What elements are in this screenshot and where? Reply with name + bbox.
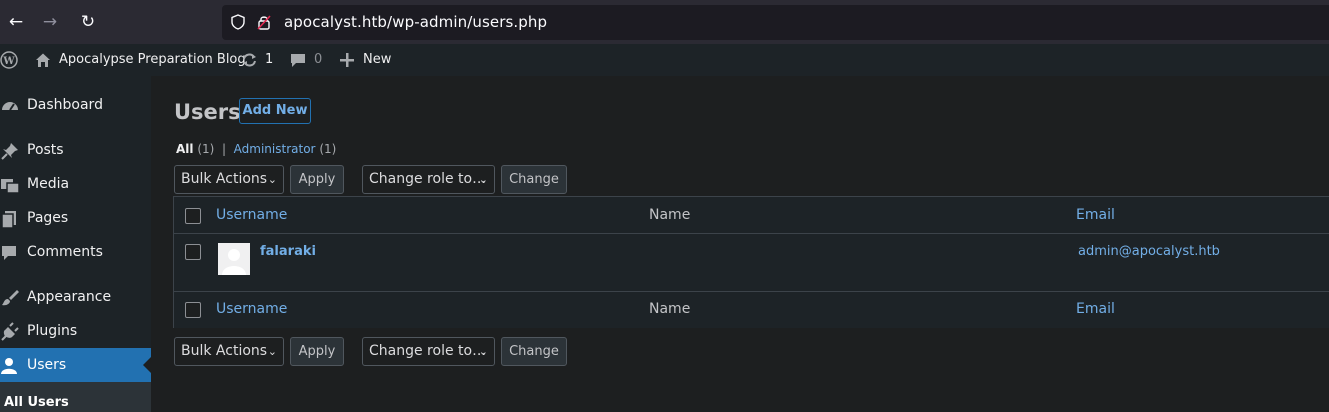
updates-icon[interactable] [241, 52, 258, 68]
plug-icon [1, 322, 19, 341]
change-role-value: Change role to… [369, 343, 487, 359]
bulk-actions-select-bottom[interactable]: Bulk Actions ⌄ [174, 337, 284, 366]
change-button-top[interactable]: Change [501, 165, 567, 194]
home-icon[interactable] [35, 52, 51, 68]
media-icon [1, 179, 20, 194]
sidebar-item-label: Posts [27, 142, 64, 158]
sidebar-item-appearance[interactable]: Appearance [0, 280, 151, 314]
filter-administrator-count: (1) [319, 142, 337, 156]
browser-toolbar: ← → ↻ apocalyst.htb/wp-admin/users.php [0, 0, 1329, 44]
page-title: Users [174, 100, 241, 124]
change-role-value: Change role to… [369, 171, 487, 187]
sidebar-item-users[interactable]: Users [0, 348, 151, 382]
shield-icon[interactable] [230, 14, 246, 30]
reload-icon[interactable]: ↻ [78, 12, 98, 32]
sidebar-item-pages[interactable]: Pages [0, 201, 151, 235]
username-link[interactable]: falaraki [260, 244, 316, 259]
admin-sidebar: Dashboard Posts Media Pages Comments App… [0, 76, 151, 412]
sidebar-item-label: Plugins [27, 323, 78, 339]
wordpress-logo-icon[interactable]: W [0, 51, 18, 69]
bulk-actions-value: Bulk Actions [181, 171, 268, 187]
main-content: Users Add New All (1) | Administrator (1… [151, 76, 1329, 403]
change-role-select-top[interactable]: Change role to… ⌄ [362, 165, 495, 194]
sidebar-item-label: Dashboard [27, 97, 103, 113]
filter-all-link[interactable]: All [176, 142, 194, 156]
email-link[interactable]: admin@apocalyst.htb [1078, 244, 1220, 259]
sidebar-item-label: Pages [27, 210, 69, 226]
chevron-down-icon: ⌄ [478, 345, 488, 358]
site-name-link[interactable]: Apocalypse Preparation Blog [59, 44, 246, 76]
change-button-bottom[interactable]: Change [501, 337, 567, 366]
sidebar-item-comments[interactable]: Comments [0, 235, 151, 269]
sidebar-item-posts[interactable]: Posts [0, 133, 151, 167]
users-submenu: All Users [0, 382, 151, 412]
users-table: Username Name Email falaraki admin@apoca… [173, 196, 1329, 328]
sidebar-item-dashboard[interactable]: Dashboard [0, 88, 151, 122]
sidebar-item-label: Users [27, 357, 67, 373]
chevron-down-icon: ⌄ [478, 173, 488, 186]
comments-count[interactable]: 0 [314, 44, 322, 76]
column-name: Name [649, 207, 691, 223]
sidebar-item-media[interactable]: Media [0, 167, 151, 201]
updates-count[interactable]: 1 [265, 44, 273, 76]
sidebar-item-label: Appearance [27, 289, 112, 305]
column-email-footer[interactable]: Email [1076, 301, 1115, 317]
apply-button-top[interactable]: Apply [290, 165, 344, 194]
filter-all-count: (1) [197, 142, 215, 156]
back-arrow-icon[interactable]: ← [6, 12, 26, 32]
role-filter-links: All (1) | Administrator (1) [176, 142, 336, 156]
filter-administrator-link[interactable]: Administrator [234, 142, 316, 156]
column-username-footer[interactable]: Username [216, 301, 287, 317]
address-bar[interactable]: apocalyst.htb/wp-admin/users.php [222, 5, 1329, 40]
table-header: Username Name Email [174, 197, 1329, 234]
table-row: falaraki admin@apocalyst.htb [174, 234, 1329, 291]
filter-separator: | [221, 142, 227, 156]
apply-button-bottom[interactable]: Apply [290, 337, 344, 366]
comments-icon[interactable] [290, 53, 306, 68]
sidebar-item-plugins[interactable]: Plugins [0, 314, 151, 348]
column-username[interactable]: Username [216, 207, 287, 223]
bulk-actions-select-top[interactable]: Bulk Actions ⌄ [174, 165, 284, 194]
dashboard-icon [2, 102, 18, 111]
wp-admin-bar: W Apocalypse Preparation Blog 1 0 New [0, 44, 1329, 76]
select-all-checkbox-footer[interactable] [185, 302, 201, 318]
avatar [218, 243, 250, 275]
pages-icon [1, 211, 16, 229]
chevron-down-icon: ⌄ [267, 345, 277, 358]
url-text: apocalyst.htb/wp-admin/users.php [284, 13, 548, 31]
user-icon [1, 358, 17, 374]
bulk-actions-value: Bulk Actions [181, 343, 268, 359]
plus-icon[interactable] [340, 53, 354, 67]
svg-text:W: W [2, 56, 15, 67]
table-footer: Username Name Email [174, 291, 1329, 328]
sidebar-item-label: Comments [27, 244, 103, 260]
sidebar-item-label: Media [27, 176, 70, 192]
change-role-select-bottom[interactable]: Change role to… ⌄ [362, 337, 495, 366]
brush-icon [2, 290, 19, 306]
chevron-down-icon: ⌄ [267, 173, 277, 186]
column-name-footer: Name [649, 301, 691, 317]
forward-arrow-icon[interactable]: → [40, 12, 60, 32]
select-all-checkbox[interactable] [185, 208, 201, 224]
insecure-lock-icon[interactable] [256, 14, 272, 30]
new-content-link[interactable]: New [363, 44, 391, 76]
comment-icon [2, 246, 16, 260]
row-checkbox[interactable] [185, 244, 201, 260]
add-new-button[interactable]: Add New [239, 98, 311, 124]
default-avatar-icon [222, 249, 246, 275]
pin-icon [1, 143, 18, 160]
column-email[interactable]: Email [1076, 207, 1115, 223]
